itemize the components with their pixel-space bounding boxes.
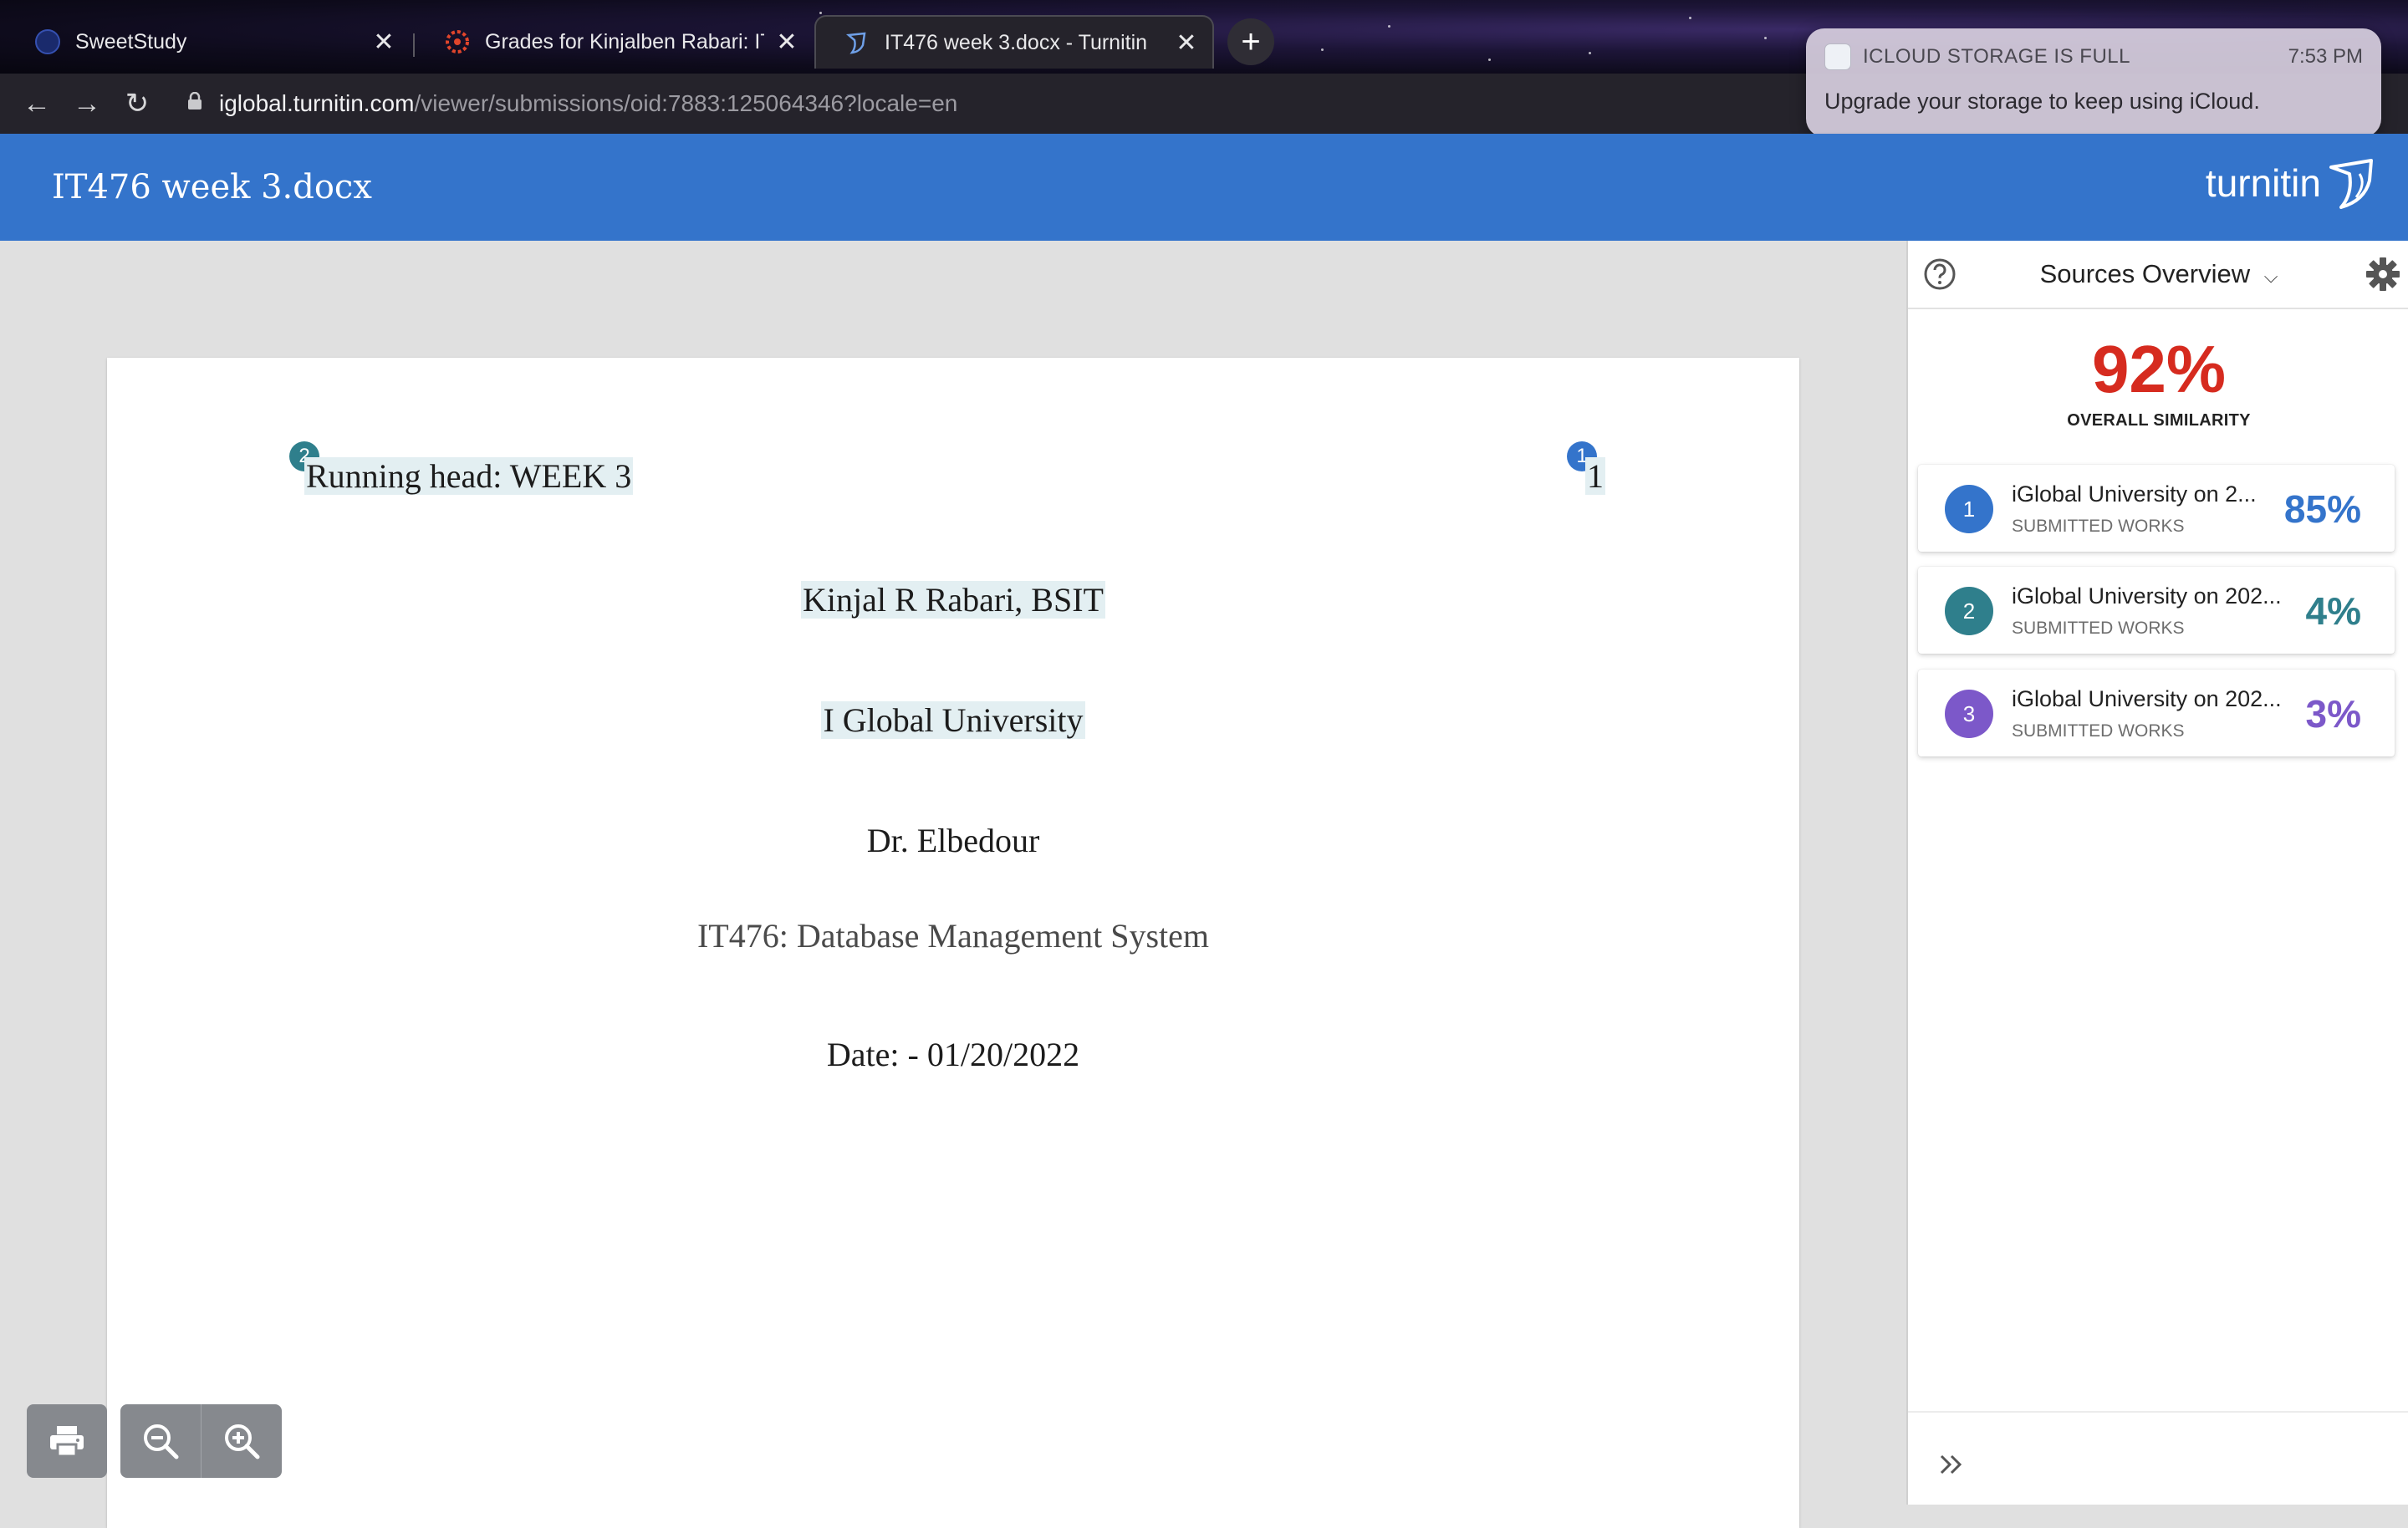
star-decoration bbox=[1488, 59, 1491, 61]
star-decoration bbox=[1388, 25, 1390, 28]
url-field[interactable]: iglobal.turnitin.com/viewer/submissions/… bbox=[187, 90, 957, 117]
tab-turnitin[interactable]: IT476 week 3.docx - Turnitin ✕ bbox=[814, 15, 1214, 69]
panel-footer bbox=[1908, 1411, 2408, 1505]
printer-icon bbox=[50, 1426, 84, 1458]
zoom-out-button[interactable] bbox=[120, 1404, 201, 1478]
print-toolbar bbox=[27, 1404, 107, 1478]
turnitin-logo: turnitin bbox=[2206, 155, 2378, 211]
date-line: Date: - 01/20/2022 bbox=[826, 1036, 1080, 1073]
source-number-badge: 2 bbox=[1945, 587, 1993, 635]
icloud-notification[interactable]: ICLOUD STORAGE IS FULL 7:53 PM Upgrade y… bbox=[1806, 28, 2381, 137]
tab-separator bbox=[413, 33, 415, 57]
tab-title: SweetStudy bbox=[75, 29, 187, 53]
star-decoration bbox=[819, 12, 822, 14]
canvas-favicon-icon bbox=[445, 29, 470, 54]
double-chevron-right-icon[interactable] bbox=[1935, 1448, 1968, 1481]
source-name: iGlobal University on 2... bbox=[2012, 481, 2257, 507]
source-name: iGlobal University on 202... bbox=[2012, 686, 2282, 711]
star-decoration bbox=[1321, 48, 1324, 51]
source-card-1[interactable]: 1 iGlobal University on 2... SUBMITTED W… bbox=[1918, 465, 2395, 552]
close-tab-icon[interactable]: ✕ bbox=[371, 28, 396, 57]
turnitin-logo-icon bbox=[2329, 159, 2373, 209]
chevron-down-icon: ⌵ bbox=[2263, 266, 2278, 287]
source-number-badge: 1 bbox=[1945, 485, 1993, 533]
turnitin-favicon-icon bbox=[844, 30, 870, 55]
source-number-badge: 3 bbox=[1945, 690, 1993, 738]
overall-similarity-score: 92% bbox=[2091, 332, 2227, 406]
forward-arrow-icon[interactable]: → bbox=[62, 88, 112, 120]
instructor-line: Dr. Elbedour bbox=[866, 822, 1040, 859]
source-percent: 4% bbox=[2305, 589, 2361, 633]
close-tab-icon[interactable]: ✕ bbox=[1174, 28, 1199, 58]
star-decoration bbox=[1764, 37, 1767, 39]
page-number: 1 bbox=[1585, 457, 1605, 495]
new-tab-button[interactable]: + bbox=[1227, 18, 1274, 65]
overall-similarity-label: OVERALL SIMILARITY bbox=[2067, 411, 2251, 430]
source-type: SUBMITTED WORKS bbox=[2012, 619, 2185, 638]
source-name: iGlobal University on 202... bbox=[2012, 583, 2282, 609]
sources-overview-dropdown[interactable]: Sources Overview ⌵ bbox=[1908, 259, 2408, 289]
zoom-toolbar bbox=[120, 1404, 282, 1478]
notification-body: Upgrade your storage to keep using iClou… bbox=[1824, 89, 2260, 114]
sources-panel: Sources Overview ⌵ 92% OVERALL SIMILARIT… bbox=[1906, 241, 2408, 1505]
source-type: SUBMITTED WORKS bbox=[2012, 721, 2185, 741]
zoom-in-button[interactable] bbox=[201, 1404, 282, 1478]
turnitin-header: IT476 week 3.docx turnitin bbox=[0, 134, 2408, 241]
document-page: 2 Running head: WEEK 3 1 1 Kinjal R Raba… bbox=[107, 358, 1799, 1528]
panel-title-label: Sources Overview bbox=[2039, 259, 2251, 288]
icloud-app-icon bbox=[1824, 43, 1851, 70]
star-decoration bbox=[1689, 17, 1691, 19]
close-tab-icon[interactable]: ✕ bbox=[774, 28, 799, 57]
university-line: I Global University bbox=[821, 701, 1085, 739]
author-line: Kinjal R Rabari, BSIT bbox=[801, 581, 1105, 619]
notification-title: ICLOUD STORAGE IS FULL bbox=[1863, 45, 2130, 68]
source-card-2[interactable]: 2 iGlobal University on 202... SUBMITTED… bbox=[1918, 567, 2395, 654]
print-button[interactable] bbox=[27, 1404, 107, 1478]
course-line: IT476: Database Management System bbox=[696, 917, 1210, 955]
tab-sweetstudy[interactable]: SweetStudy ✕ bbox=[7, 15, 410, 69]
brand-name: turnitin bbox=[2205, 161, 2321, 205]
document-viewer[interactable]: 2 Running head: WEEK 3 1 1 Kinjal R Raba… bbox=[0, 241, 1906, 1528]
sweetstudy-favicon-icon bbox=[35, 29, 60, 54]
source-percent: 85% bbox=[2283, 487, 2361, 531]
lock-icon bbox=[187, 91, 202, 115]
zoom-in-icon bbox=[225, 1424, 260, 1459]
star-decoration bbox=[1589, 52, 1591, 54]
tab-grades[interactable]: Grades for Kinjalben Rabari: IT4 ✕ bbox=[416, 15, 813, 69]
gear-icon[interactable] bbox=[2365, 256, 2401, 293]
source-card-3[interactable]: 3 iGlobal University on 202... SUBMITTED… bbox=[1918, 670, 2395, 756]
tab-title: IT476 week 3.docx - Turnitin bbox=[885, 30, 1148, 54]
panel-header: Sources Overview ⌵ bbox=[1908, 241, 2408, 309]
url-path: /viewer/submissions/oid:7883:125064346?l… bbox=[414, 90, 958, 116]
document-title: IT476 week 3.docx bbox=[52, 168, 372, 206]
reload-icon[interactable]: ↻ bbox=[112, 87, 162, 120]
notification-time: 7:53 PM bbox=[2288, 45, 2363, 68]
running-head: Running head: WEEK 3 bbox=[304, 457, 634, 495]
url-host: iglobal.turnitin.com bbox=[219, 90, 415, 116]
back-arrow-icon[interactable]: ← bbox=[12, 88, 62, 120]
source-percent: 3% bbox=[2305, 692, 2361, 736]
zoom-out-icon bbox=[144, 1424, 179, 1459]
source-type: SUBMITTED WORKS bbox=[2012, 517, 2185, 536]
tab-title: Grades for Kinjalben Rabari: IT4 bbox=[485, 29, 764, 53]
